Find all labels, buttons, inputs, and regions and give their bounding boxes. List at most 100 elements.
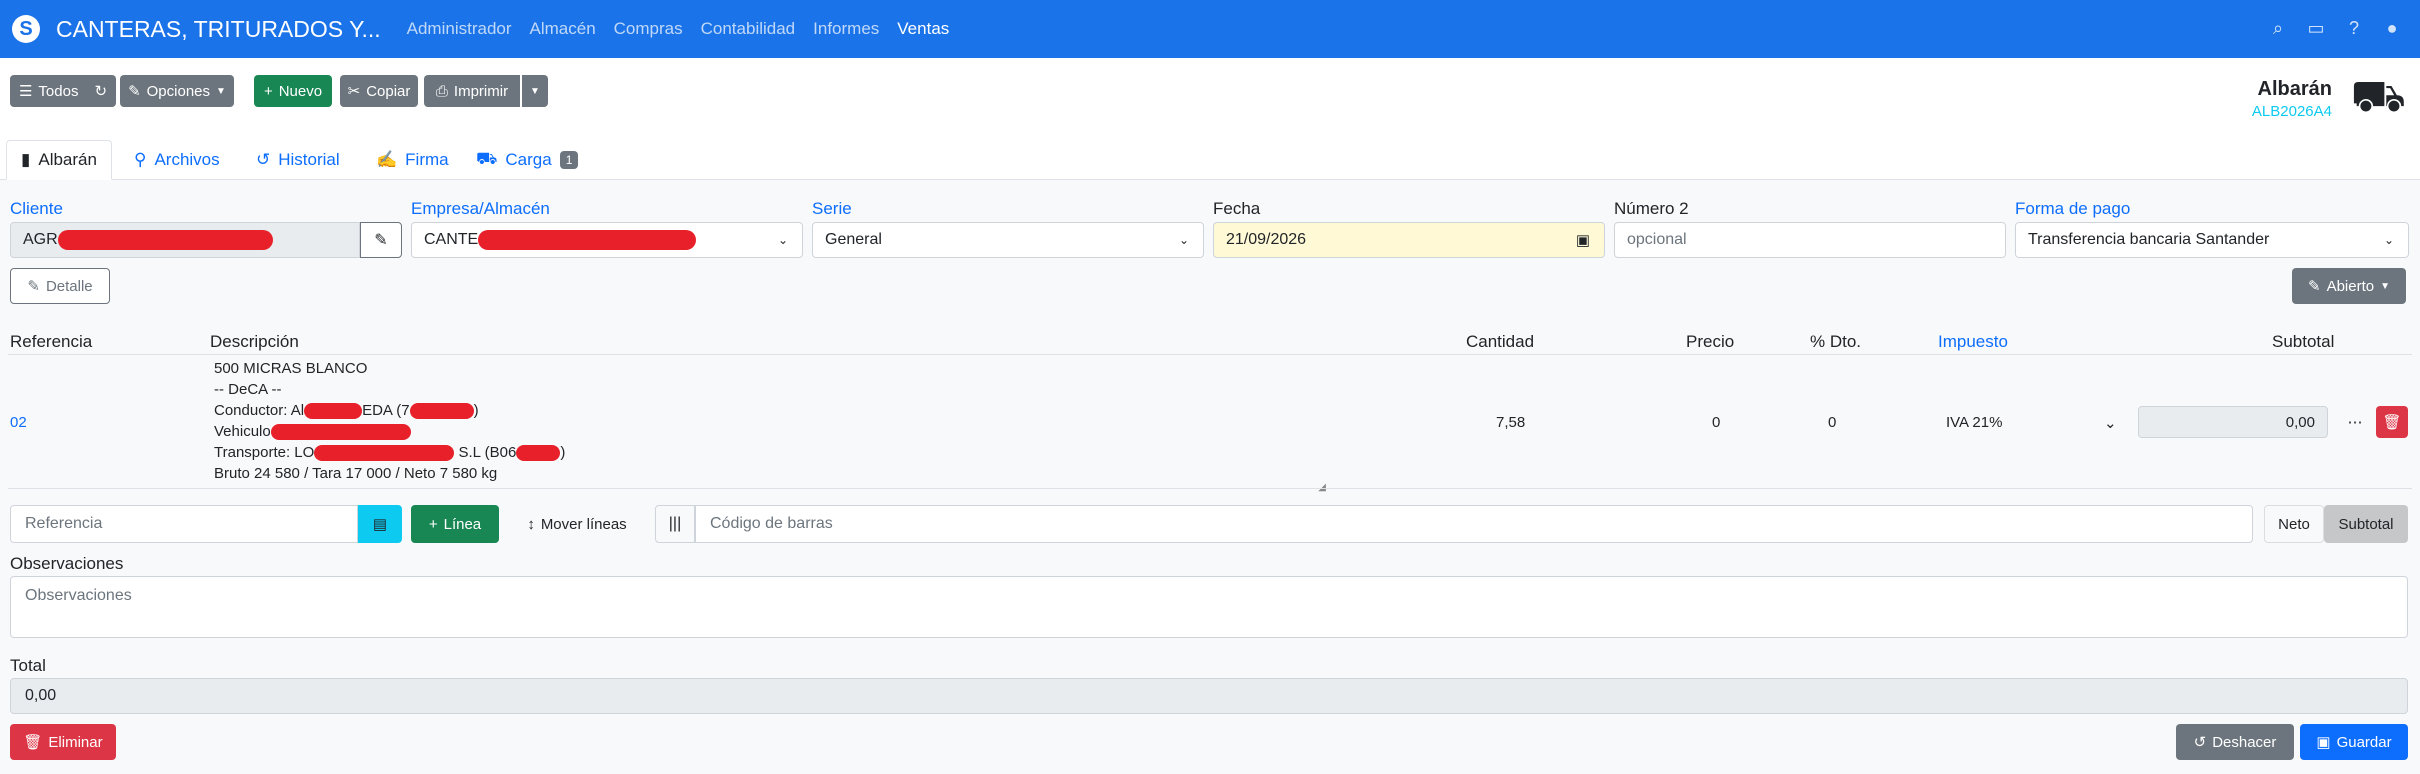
empresa-select[interactable]: CANTE ⌄ <box>411 222 803 258</box>
page-title: Albarán <box>2257 78 2332 100</box>
signature-icon: ✍ <box>376 150 398 169</box>
tab-bar: ▮ Albarán ⚲ Archivos ↺ Historial ✍ Firma… <box>0 140 2420 180</box>
forma-pago-select[interactable]: Transferencia bancaria Santander ⌄ <box>2015 222 2409 258</box>
redacted-text <box>516 445 561 462</box>
printer-icon: ⎙ <box>435 82 448 100</box>
tab-historial[interactable]: ↺ Historial <box>256 140 340 180</box>
menu-compras[interactable]: Compras <box>614 19 683 39</box>
book-icon: ▤ <box>372 516 388 533</box>
menu-ventas[interactable]: Ventas <box>897 19 949 39</box>
guardar-button[interactable]: ▣ Guardar <box>2300 724 2408 760</box>
redacted-text <box>478 230 697 250</box>
detalle-button[interactable]: ✎ Detalle <box>10 268 110 304</box>
row-more-button[interactable]: ⋯ <box>2340 406 2370 438</box>
neto-button[interactable]: Neto <box>2264 505 2324 543</box>
arrows-vertical-icon: ↕ <box>527 515 535 533</box>
caret-down-icon: ▼ <box>2380 280 2390 292</box>
help-icon[interactable]: ? <box>2344 18 2364 39</box>
caret-down-icon: ▼ <box>530 85 540 97</box>
redacted-text <box>314 445 455 462</box>
subtotal-toggle-button[interactable]: Subtotal <box>2324 505 2408 543</box>
menu-almacen[interactable]: Almacén <box>530 19 596 39</box>
empresa-label[interactable]: Empresa/Almacén <box>411 199 550 219</box>
row-delete-button[interactable]: 🗑 <box>2376 406 2408 438</box>
eliminar-button[interactable]: 🗑 Eliminar <box>10 724 116 760</box>
tab-carga[interactable]: ⛟ Carga 1 <box>476 140 579 180</box>
row-descripcion-textarea[interactable]: 500 MICRAS BLANCO -- DeCA -- Conductor: … <box>214 358 1328 498</box>
fecha-label: Fecha <box>1213 199 1261 218</box>
row-precio[interactable]: 0 <box>1712 414 1720 431</box>
refresh-icon[interactable]: ↻ <box>94 82 107 100</box>
carga-count-badge: 1 <box>559 151 579 169</box>
calendar-icon[interactable]: ▣ <box>1576 231 1590 249</box>
ellipsis-icon: ⋯ <box>2347 414 2363 431</box>
copiar-button[interactable]: ✂ Copiar <box>340 75 418 107</box>
document-icon: ▮ <box>21 150 31 169</box>
row-subtotal: 0,00 <box>2138 406 2328 438</box>
numero2-label: Número 2 <box>1614 199 1689 218</box>
abierto-status-button[interactable]: ✎ Abierto ▼ <box>2292 268 2406 304</box>
barcode-input[interactable]: Código de barras <box>695 505 2253 543</box>
numero2-input[interactable]: opcional <box>1614 222 2006 258</box>
top-navbar: S CANTERAS, TRITURADOS Y... Administrado… <box>0 0 2420 58</box>
row-referencia-link[interactable]: 02 <box>10 414 27 431</box>
row-dto[interactable]: 0 <box>1828 414 1836 431</box>
col-cantidad: Cantidad <box>1466 332 1535 351</box>
imprimir-dropdown-button[interactable]: ▼ <box>522 75 548 107</box>
nuevo-button[interactable]: + Nuevo <box>254 75 332 107</box>
col-dto: % Dto. <box>1810 332 1862 351</box>
tab-archivos[interactable]: ⚲ Archivos <box>134 140 220 180</box>
search-icon[interactable]: ⌕ <box>2268 18 2288 39</box>
serie-label[interactable]: Serie <box>812 199 852 219</box>
edit-cliente-button[interactable]: ✎ <box>360 222 402 258</box>
add-line-button[interactable]: + Línea <box>411 505 499 543</box>
mover-lineas-button[interactable]: ↕ Mover líneas <box>508 505 646 543</box>
opciones-button[interactable]: ✎ Opciones ▼ <box>120 75 234 107</box>
observaciones-textarea[interactable]: Observaciones <box>10 576 2408 638</box>
menu-informes[interactable]: Informes <box>813 19 879 39</box>
trash-icon: 🗑 <box>23 734 43 751</box>
caret-down-icon: ▼ <box>216 85 226 97</box>
pencil-icon: ✎ <box>2307 278 2321 295</box>
menu-administrador[interactable]: Administrador <box>407 19 512 39</box>
monitor-icon[interactable]: ▭ <box>2306 18 2326 39</box>
plus-icon: + <box>263 82 273 100</box>
redacted-text <box>57 230 273 250</box>
col-referencia: Referencia <box>10 332 93 351</box>
forma-pago-label[interactable]: Forma de pago <box>2015 199 2130 219</box>
serie-select[interactable]: General ⌄ <box>812 222 1204 258</box>
scissors-icon: ✂ <box>347 83 361 100</box>
tab-firma[interactable]: ✍ Firma <box>376 140 449 180</box>
logo-icon[interactable]: S <box>12 15 40 43</box>
redacted-text <box>409 403 474 420</box>
tab-albaran[interactable]: ▮ Albarán <box>6 140 112 180</box>
albaran-form: Cliente Empresa/Almacén Serie Fecha Núme… <box>0 180 2420 774</box>
book-search-button[interactable]: ▤ <box>358 505 402 543</box>
divider <box>8 354 2412 355</box>
paperclip-icon: ⚲ <box>134 150 147 169</box>
total-label: Total <box>10 656 46 675</box>
deshacer-button[interactable]: ↺ Deshacer <box>2176 724 2294 760</box>
list-icon: ☰ <box>18 83 33 100</box>
truck-loading-icon: ⛟ <box>476 149 498 168</box>
redacted-text <box>304 403 363 420</box>
company-name[interactable]: CANTERAS, TRITURADOS Y... <box>56 16 381 43</box>
col-descripcion: Descripción <box>210 332 299 351</box>
imprimir-button[interactable]: ⎙ Imprimir <box>424 75 520 107</box>
cliente-field[interactable]: AGR <box>10 222 360 258</box>
pencil-icon: ✎ <box>374 232 388 249</box>
chevron-down-icon[interactable]: ⌄ <box>2104 414 2117 432</box>
row-impuesto-select[interactable]: IVA 21% <box>1946 414 2002 431</box>
menu-contabilidad[interactable]: Contabilidad <box>701 19 796 39</box>
cliente-label[interactable]: Cliente <box>10 199 63 219</box>
col-impuesto[interactable]: Impuesto <box>1938 332 2008 352</box>
user-icon[interactable]: ● <box>2382 18 2402 39</box>
row-cantidad[interactable]: 7,58 <box>1496 414 1525 431</box>
referencia-input[interactable]: Referencia <box>10 505 358 543</box>
todos-button[interactable]: ☰ Todos ↻ <box>10 75 116 107</box>
fecha-input[interactable]: 21/09/2026 ▣ <box>1213 222 1605 258</box>
observaciones-label: Observaciones <box>10 554 124 573</box>
barcode-icon: ||| <box>655 505 695 543</box>
col-precio: Precio <box>1686 332 1735 351</box>
plus-icon: + <box>428 515 438 533</box>
